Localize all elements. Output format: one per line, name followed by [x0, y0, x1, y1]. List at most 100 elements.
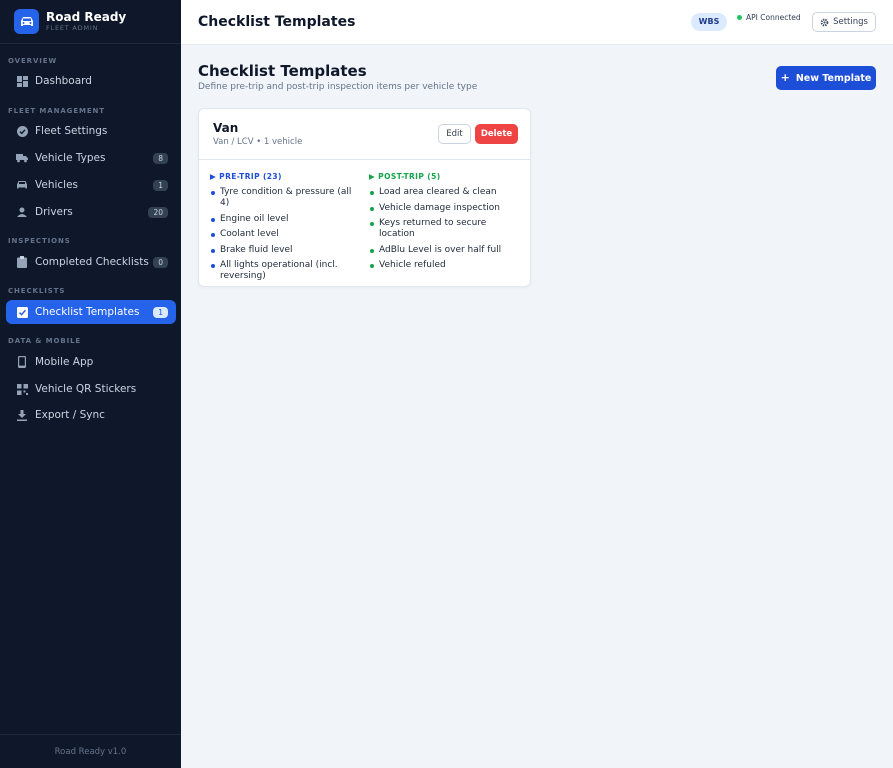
org-badge[interactable]: WBS	[691, 13, 727, 31]
qr-icon	[16, 383, 28, 395]
sidebar-item-label: Completed Checklists	[35, 256, 149, 268]
sidebar-item-label: Vehicles	[35, 179, 79, 191]
sidebar-item-label: Fleet Settings	[35, 125, 108, 137]
api-status-label: API Connected	[746, 13, 801, 22]
page-subtitle: Define pre-trip and post-trip inspection…	[198, 82, 478, 92]
new-template-label: New Template	[795, 72, 872, 84]
brand-subtitle: FLEET ADMIN	[46, 23, 99, 32]
bullet-icon	[370, 264, 374, 268]
pre-trip-item: Coolant level	[220, 229, 279, 239]
list-item: Load area cleared & clean	[369, 187, 519, 198]
template-card-header: Van Van / LCV • 1 vehicle Edit Delete	[199, 109, 530, 160]
sidebar-item-label: Checklist Templates	[35, 306, 140, 318]
gear-icon	[820, 18, 829, 27]
settings-label: Settings	[833, 17, 868, 27]
sidebar-item-export-sync[interactable]: Export / Sync	[6, 403, 176, 427]
sidebar-item-vehicles[interactable]: Vehicles 1	[6, 173, 176, 197]
checkbox-icon	[16, 306, 28, 318]
list-item: Coolant level	[210, 229, 360, 240]
list-item: Keys returned to secure location	[369, 218, 519, 240]
bullet-icon	[370, 222, 374, 226]
section-label-overview: OVERVIEW	[8, 57, 58, 65]
count-badge: 1	[153, 179, 168, 191]
list-item: Tyre condition & pressure (all 4)	[210, 187, 360, 209]
pre-trip-item: Engine oil level	[220, 213, 289, 224]
post-trip-column: ▶ POST-TRIP (5) Load area cleared & clea…	[369, 171, 519, 276]
post-trip-item: Load area cleared & clean	[379, 187, 497, 197]
sidebar-item-completed-checklists[interactable]: Completed Checklists 0	[6, 250, 176, 274]
car-logo-icon	[14, 9, 39, 34]
api-status: API Connected	[737, 13, 801, 22]
post-trip-item: Vehicle refuled	[379, 260, 446, 270]
truck-icon	[16, 152, 28, 164]
download-icon	[16, 409, 28, 421]
check-circle-icon	[16, 125, 28, 137]
list-item: All lights operational (incl. reversing)	[210, 260, 360, 282]
count-badge: 20	[148, 206, 168, 218]
section-label-inspections: INSPECTIONS	[8, 237, 71, 245]
sidebar-item-checklist-templates[interactable]: Checklist Templates 1	[6, 300, 176, 324]
sidebar-item-dashboard[interactable]: Dashboard	[6, 69, 176, 93]
template-name: Van	[213, 121, 239, 135]
sidebar: Road Ready FLEET ADMIN OVERVIEW Dashboar…	[0, 0, 181, 768]
bullet-icon	[211, 191, 215, 195]
section-label-fleet-management: FLEET MANAGEMENT	[8, 107, 105, 115]
dashboard-icon	[16, 75, 28, 87]
bullet-icon	[211, 217, 215, 222]
pre-trip-item: Brake fluid level	[220, 244, 293, 255]
user-icon	[16, 206, 28, 218]
settings-button[interactable]: Settings	[812, 12, 876, 32]
list-item: AdBlu Level is over half full	[369, 245, 519, 256]
clipboard-icon	[16, 256, 28, 268]
sidebar-item-label: Drivers	[35, 206, 73, 218]
count-badge: 8	[153, 152, 168, 164]
bullet-icon	[370, 191, 374, 195]
pre-trip-heading: ▶ PRE-TRIP (23)	[210, 172, 282, 181]
plus-icon: +	[780, 71, 790, 84]
sidebar-item-label: Export / Sync	[35, 409, 105, 421]
top-header: Checklist Templates WBS API Connected Se…	[181, 0, 893, 45]
new-template-button[interactable]: + New Template	[776, 66, 876, 90]
list-item: Engine oil level	[210, 214, 360, 225]
bullet-icon	[370, 206, 374, 211]
count-badge: 0	[153, 256, 168, 268]
page-header-title: Checklist Templates	[198, 14, 356, 30]
template-meta: Van / LCV • 1 vehicle	[213, 137, 303, 147]
sidebar-item-label: Vehicle Types	[35, 152, 106, 164]
sidebar-item-vehicle-qr-stickers[interactable]: Vehicle QR Stickers	[6, 377, 176, 401]
list-item: Brake fluid level	[210, 245, 360, 256]
bullet-icon	[211, 233, 215, 237]
post-trip-item: Vehicle damage inspection	[379, 202, 500, 213]
brand-name: Road Ready	[46, 9, 127, 24]
sidebar-item-label: Mobile App	[35, 356, 94, 368]
list-item: Vehicle damage inspection	[369, 203, 519, 214]
pre-trip-column: ▶ PRE-TRIP (23) Tyre condition & pressur…	[210, 171, 360, 287]
sidebar-item-drivers[interactable]: Drivers 20	[6, 200, 176, 224]
section-label-data-mobile: DATA & MOBILE	[8, 337, 82, 345]
pre-trip-item: All lights operational (incl. reversing)	[220, 260, 338, 281]
sidebar-item-fleet-settings[interactable]: Fleet Settings	[6, 119, 176, 143]
list-item: Vehicle refuled	[369, 260, 519, 271]
sidebar-item-label: Dashboard	[35, 75, 92, 87]
bullet-icon	[370, 248, 374, 253]
section-label-checklists: CHECKLISTS	[8, 287, 66, 295]
bullet-icon	[211, 264, 215, 268]
template-card: Van Van / LCV • 1 vehicle Edit Delete ▶ …	[198, 108, 531, 287]
phone-icon	[16, 356, 28, 368]
bullet-icon	[211, 248, 215, 253]
page-title: Checklist Templates	[198, 62, 367, 80]
count-badge: 1	[153, 306, 168, 318]
delete-button[interactable]: Delete	[475, 124, 518, 144]
brand[interactable]: Road Ready FLEET ADMIN	[0, 0, 181, 44]
sidebar-item-label: Vehicle QR Stickers	[35, 383, 137, 395]
pre-trip-item: Tyre condition & pressure (all 4)	[220, 187, 352, 208]
sidebar-item-vehicle-types[interactable]: Vehicle Types 8	[6, 146, 176, 170]
post-trip-item: AdBlu Level is over half full	[379, 244, 502, 255]
edit-button[interactable]: Edit	[438, 124, 471, 144]
post-trip-heading: ▶ POST-TRIP (5)	[369, 172, 441, 181]
status-dot-icon	[737, 15, 742, 20]
car-icon	[16, 179, 28, 191]
sidebar-footer-version: Road Ready v1.0	[0, 734, 181, 768]
post-trip-item: Keys returned to secure location	[379, 218, 487, 239]
sidebar-item-mobile-app[interactable]: Mobile App	[6, 350, 176, 374]
